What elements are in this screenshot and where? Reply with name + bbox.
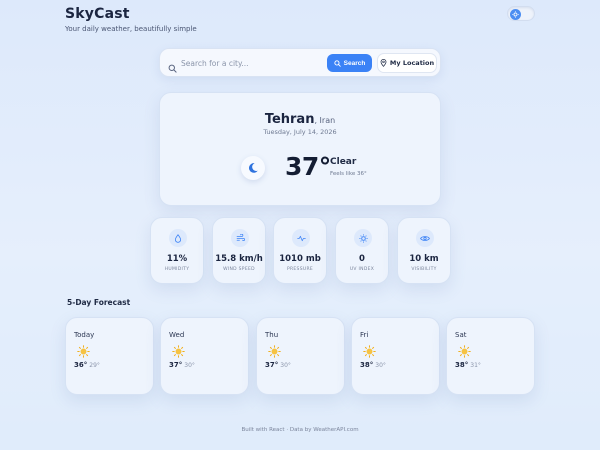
sun-icon	[172, 343, 185, 362]
sun-icon	[268, 343, 281, 362]
search-icon	[334, 59, 341, 67]
stat-visibility: 10 km VISIBILITY	[397, 217, 451, 284]
stat-humidity: 11% HUMIDITY	[150, 217, 204, 284]
stat-label: WIND SPEED	[223, 267, 255, 272]
my-location-button[interactable]: My Location	[377, 53, 437, 73]
forecast-low: 29°	[89, 362, 100, 369]
search-button[interactable]: Search	[327, 54, 372, 72]
theme-toggle[interactable]	[507, 6, 535, 21]
forecast-temps: 36° 29°	[74, 361, 100, 369]
search-bar: Search My Location	[159, 48, 441, 77]
forecast-temps: 38° 30°	[360, 361, 386, 369]
forecast-high: 37°	[169, 361, 183, 369]
forecast-low: 30°	[184, 362, 195, 369]
stat-value: 1010 mb	[279, 254, 321, 264]
app-title: SkyCast	[65, 6, 130, 22]
sun-icon	[458, 343, 471, 362]
forecast-day-card: Thu 37° 30°	[256, 317, 345, 395]
stat-value: 10 km	[409, 254, 439, 264]
stat-label: PRESSURE	[286, 267, 314, 272]
current-date: Tuesday, July 14, 2026	[263, 128, 337, 136]
forecast-high: 36°	[74, 361, 88, 369]
eye-icon	[416, 229, 434, 247]
stat-label: VISIBILITY	[411, 267, 437, 272]
forecast-high: 38°	[455, 361, 469, 369]
forecast-day-card: Today 36° 29°	[65, 317, 154, 395]
sun-icon	[510, 8, 521, 20]
stat-value: 15.8 km/h	[215, 254, 263, 264]
country-name: , Iran	[314, 116, 336, 125]
stat-uv-index: 0 UV INDEX	[335, 217, 389, 284]
current-condition: Clear	[330, 157, 357, 167]
app-tagline: Your daily weather, beautifully simple	[65, 25, 197, 33]
location-line: Tehran, Iran	[160, 108, 440, 127]
current-weather-card: Tehran, Iran Tuesday, July 14, 2026 37° …	[159, 92, 441, 206]
forecast-high: 38°	[360, 361, 374, 369]
footer-credit: Built with React · Data by WeatherAPI.co…	[241, 427, 359, 433]
city-name: Tehran	[264, 112, 315, 127]
location-pin-icon	[380, 59, 387, 67]
stat-label: UV INDEX	[349, 267, 375, 272]
wind-icon	[231, 229, 249, 247]
forecast-temps: 37° 30°	[169, 361, 195, 369]
sun-outline-icon	[354, 229, 372, 247]
sun-icon	[363, 343, 376, 362]
forecast-high: 37°	[265, 361, 279, 369]
forecast-day-name: Sat	[455, 331, 467, 339]
feels-like: Feels like 36°	[330, 171, 367, 177]
forecast-day-name: Wed	[169, 331, 185, 339]
droplet-icon	[169, 229, 187, 247]
stat-value: 0	[359, 254, 365, 264]
forecast-low: 31°	[470, 362, 481, 369]
my-location-label: My Location	[389, 59, 435, 67]
forecast-temps: 37° 30°	[265, 361, 291, 369]
search-button-label: Search	[343, 59, 366, 67]
forecast-temps: 38° 31°	[455, 361, 481, 369]
forecast-low: 30°	[375, 362, 386, 369]
stat-label: HUMIDITY	[164, 267, 190, 272]
stat-pressure: 1010 mb PRESSURE	[273, 217, 327, 284]
forecast-low: 30°	[280, 362, 291, 369]
forecast-day-card: Fri 38° 30°	[351, 317, 440, 395]
sun-icon	[77, 343, 90, 362]
forecast-day-card: Sat 38° 31°	[446, 317, 535, 395]
forecast-day-name: Today	[74, 331, 95, 339]
search-icon	[168, 58, 177, 77]
stat-wind-speed: 15.8 km/h WIND SPEED	[212, 217, 266, 284]
current-temperature: 37°	[285, 152, 331, 181]
forecast-day-card: Wed 37° 30°	[160, 317, 249, 395]
stat-value: 11%	[166, 254, 188, 264]
forecast-title: 5-Day Forecast	[67, 298, 131, 307]
moon-icon	[241, 156, 265, 180]
search-input[interactable]	[181, 54, 331, 72]
pulse-icon	[292, 229, 310, 247]
forecast-day-name: Fri	[360, 331, 369, 339]
forecast-day-name: Thu	[265, 331, 279, 339]
